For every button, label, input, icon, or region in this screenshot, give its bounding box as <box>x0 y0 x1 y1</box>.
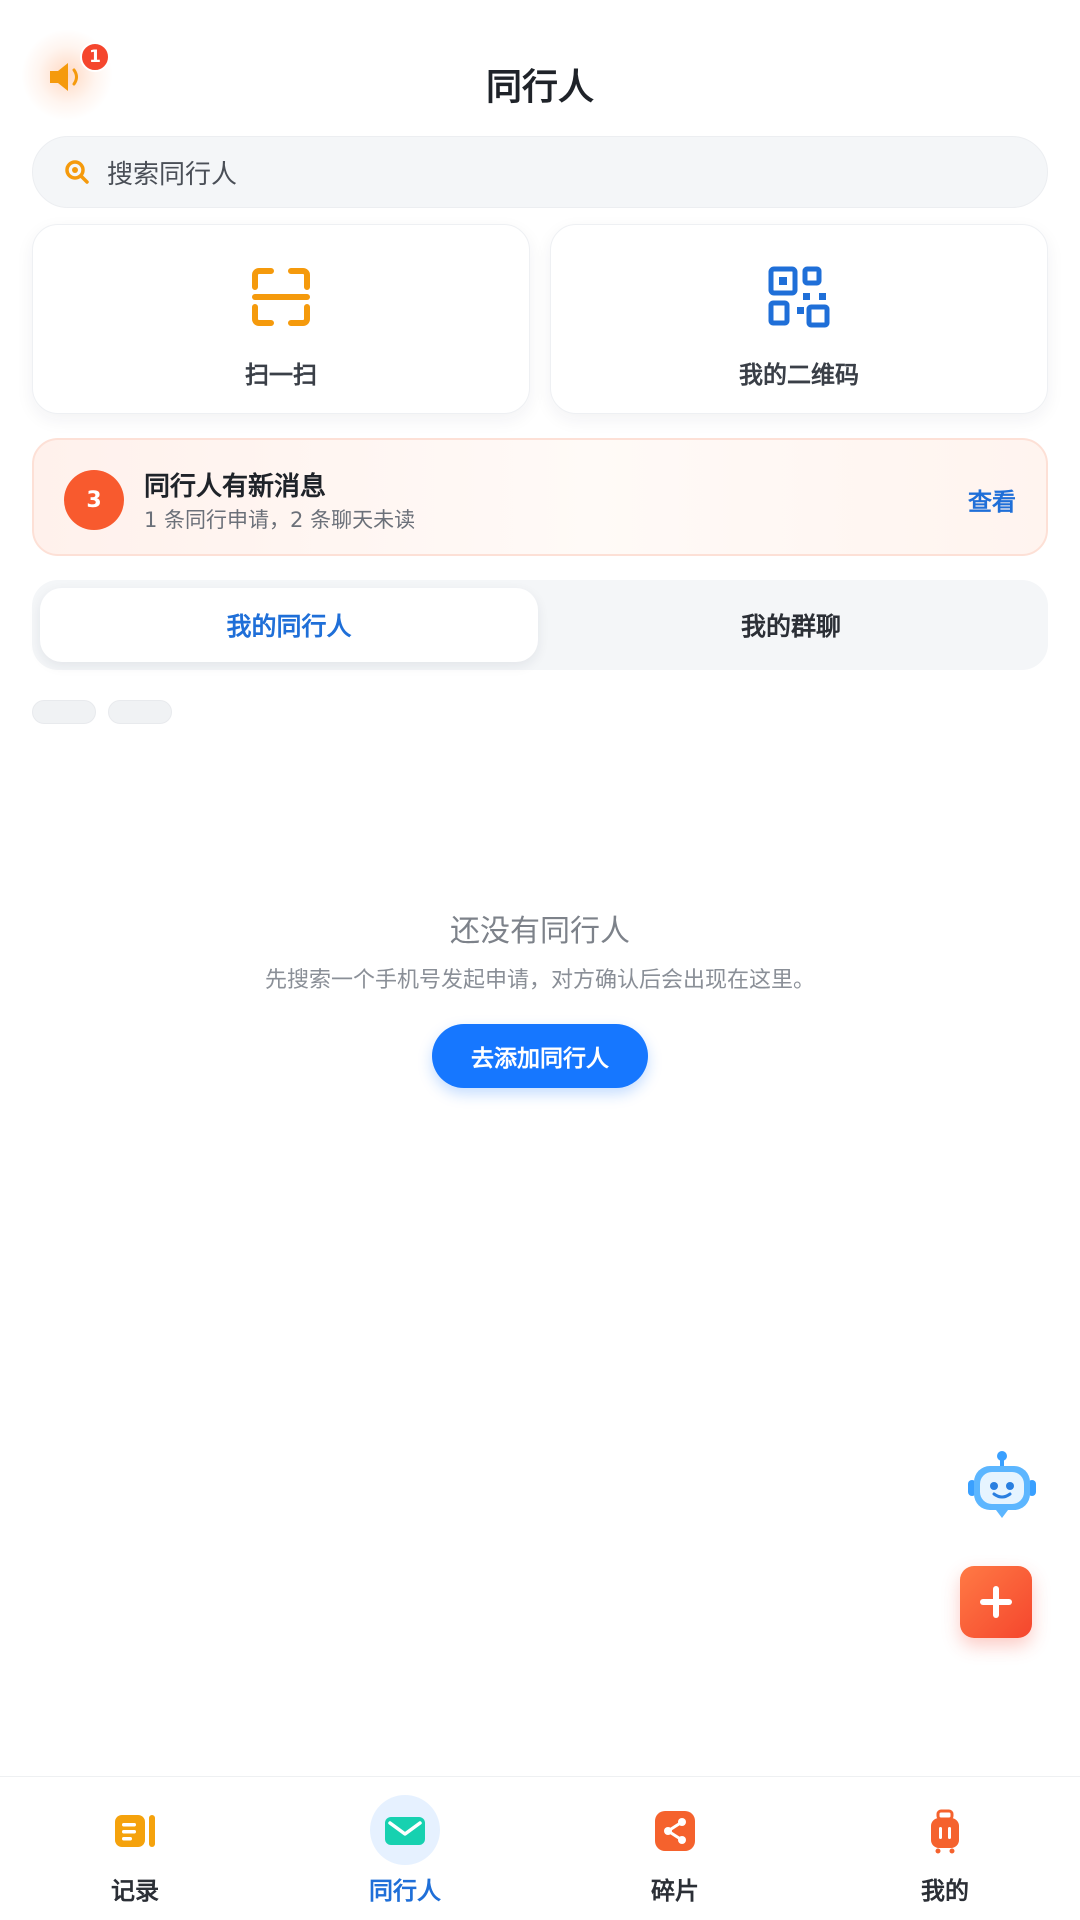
nav-label-fragments: 碎片 <box>651 1877 699 1905</box>
qr-label: 我的二维码 <box>739 361 859 389</box>
filter-chip-placeholder <box>108 700 172 724</box>
page-title: 同行人 <box>485 67 594 108</box>
banner-subtitle: 1 条同行申请，2 条聊天未读 <box>144 508 416 532</box>
segmented-tabs: 我的同行人 我的群聊 <box>32 580 1048 670</box>
empty-state-description: 先搜索一个手机号发起申请，对方确认后会出现在这里。 <box>264 968 815 993</box>
nav-item-companions[interactable]: 同行人 <box>270 1777 540 1920</box>
empty-state-title: 还没有同行人 <box>450 914 630 949</box>
companions-page: 1 同行人 搜索同行人 扫一扫 我的二维码 3 同行人有新消息 1 条同行申请，… <box>0 0 1080 1920</box>
scan-card[interactable]: 扫一扫 <box>32 224 530 414</box>
new-message-banner[interactable]: 3 同行人有新消息 1 条同行申请，2 条聊天未读 查看 <box>32 438 1048 556</box>
tab-my-companions[interactable]: 我的同行人 <box>40 588 538 662</box>
scan-icon <box>252 268 310 326</box>
scan-label: 扫一扫 <box>245 361 317 389</box>
record-icon <box>115 1815 155 1847</box>
qr-card[interactable]: 我的二维码 <box>550 224 1048 414</box>
luggage-icon <box>931 1809 959 1854</box>
search-icon <box>65 160 89 184</box>
nav-item-fragments[interactable]: 碎片 <box>540 1777 810 1920</box>
search-bar[interactable]: 搜索同行人 <box>32 136 1048 208</box>
add-companion-button[interactable]: 去添加同行人 <box>432 1024 648 1088</box>
header: 1 同行人 <box>0 0 1080 130</box>
nav-item-record[interactable]: 记录 <box>0 1777 270 1920</box>
qr-code-icon <box>768 266 830 328</box>
mail-icon <box>385 1817 425 1845</box>
share-icon <box>655 1811 695 1851</box>
nav-label-record: 记录 <box>111 1877 159 1905</box>
bottom-nav: 记录 同行人 碎片 我的 <box>0 1776 1080 1920</box>
view-button[interactable]: 查看 <box>968 482 1016 517</box>
assistant-robot-icon[interactable] <box>964 1448 1040 1524</box>
nav-item-mine[interactable]: 我的 <box>810 1777 1080 1920</box>
nav-label-mine: 我的 <box>921 1877 969 1905</box>
plus-icon <box>980 1586 1012 1618</box>
message-count-badge: 3 <box>64 470 124 530</box>
nav-label-companions: 同行人 <box>369 1877 441 1905</box>
add-floating-button[interactable] <box>960 1566 1032 1638</box>
tab-my-groups[interactable]: 我的群聊 <box>542 588 1040 662</box>
banner-title: 同行人有新消息 <box>144 472 327 502</box>
search-placeholder: 搜索同行人 <box>107 159 238 190</box>
filter-chip-placeholder <box>32 700 96 724</box>
